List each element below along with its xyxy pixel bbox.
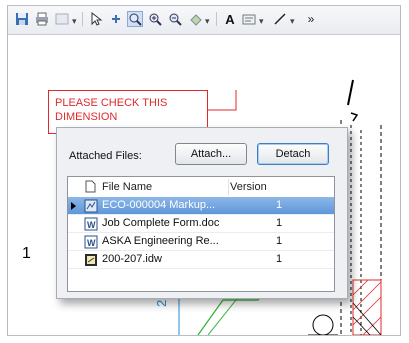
markup-file-icon: [84, 199, 98, 213]
svg-text:W: W: [87, 238, 96, 248]
column-divider[interactable]: [228, 179, 229, 195]
file-name-cell: Job Complete Form.doc: [102, 217, 220, 229]
chevron-down-icon[interactable]: ▾: [259, 16, 264, 27]
column-header-file-name[interactable]: File Name: [102, 181, 152, 193]
fill-color-icon[interactable]: [188, 11, 204, 27]
file-icon: [85, 180, 96, 198]
side-number-label: 1: [22, 245, 31, 262]
word-doc-icon: W: [84, 217, 98, 231]
drawing-file-icon: [84, 253, 98, 267]
table-row[interactable]: W ASKA Engineering Re... 1: [68, 233, 334, 251]
viewer-window: ▾ ▾ A ▾ ▾ » PLEASE CHECK THIS DIMENSION …: [7, 5, 401, 336]
markup-callout-text: PLEASE CHECK THIS DIMENSION: [55, 97, 168, 123]
table-row[interactable]: 200-207.idw 1: [68, 251, 334, 269]
table-header: File Name Version: [68, 177, 334, 198]
current-row-arrow-icon: [71, 202, 76, 210]
select-arrow-icon[interactable]: [88, 11, 104, 27]
version-cell: 1: [276, 199, 283, 211]
chevron-down-icon[interactable]: ▾: [72, 16, 77, 27]
line-icon[interactable]: [272, 11, 288, 27]
pan-icon[interactable]: [108, 11, 124, 27]
table-row[interactable]: ECO-000004 Markup... 1: [68, 197, 334, 215]
stamp-icon[interactable]: [241, 11, 257, 27]
save-icon[interactable]: [14, 11, 30, 27]
toolbar: ▾ ▾ A ▾ ▾ »: [8, 6, 400, 35]
toolbar-divider: [82, 12, 83, 26]
attached-files-label: Attached Files:: [69, 150, 142, 162]
detach-button[interactable]: Detach: [257, 143, 329, 165]
chevron-down-icon[interactable]: ▾: [290, 16, 295, 27]
attached-files-table: File Name Version ECO-000004 Markup... 1…: [67, 176, 335, 292]
text-icon[interactable]: A: [222, 11, 238, 27]
version-cell: 1: [276, 253, 283, 265]
zoom-window-icon[interactable]: [54, 11, 70, 27]
file-name-cell: ECO-000004 Markup...: [102, 199, 216, 211]
file-name-cell: ASKA Engineering Re...: [102, 235, 219, 247]
zoom-out-icon[interactable]: [167, 11, 183, 27]
overflow-chevron-icon[interactable]: »: [303, 11, 319, 27]
toolbar-divider: [216, 12, 217, 26]
zoom-box-icon[interactable]: [127, 11, 143, 27]
zoom-in-icon[interactable]: [147, 11, 163, 27]
attach-button[interactable]: Attach...: [175, 143, 247, 165]
version-cell: 1: [276, 235, 283, 247]
drawing-canvas[interactable]: PLEASE CHECK THIS DIMENSION 1 25,00 Atta…: [8, 35, 400, 335]
table-row[interactable]: W Job Complete Form.doc 1: [68, 215, 334, 233]
column-header-version[interactable]: Version: [230, 181, 267, 193]
chevron-down-icon[interactable]: ▾: [205, 16, 210, 27]
attached-files-dialog: Attached Files: Attach... Detach File Na…: [56, 127, 348, 299]
file-name-cell: 200-207.idw: [102, 253, 162, 265]
svg-text:W: W: [87, 220, 96, 230]
word-doc-icon: W: [84, 235, 98, 249]
version-cell: 1: [276, 217, 283, 229]
print-icon[interactable]: [34, 11, 50, 27]
